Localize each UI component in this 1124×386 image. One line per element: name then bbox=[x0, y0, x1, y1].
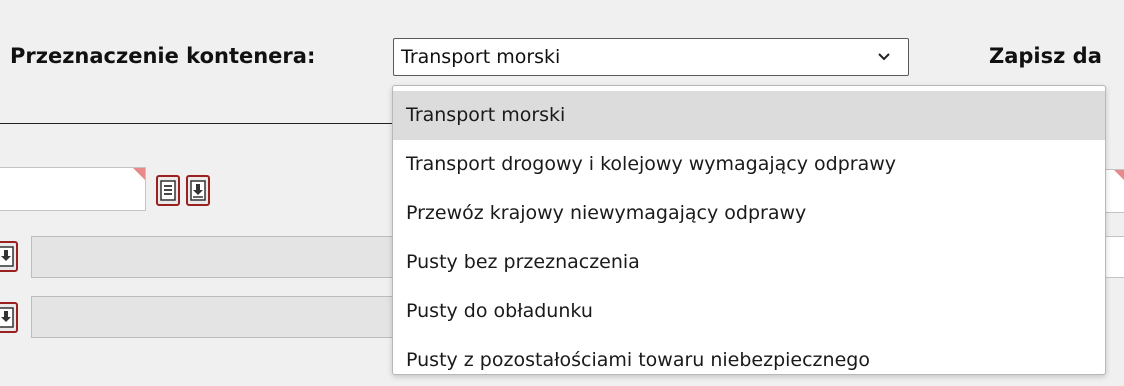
list-icon[interactable] bbox=[156, 175, 180, 206]
required-marker bbox=[1114, 170, 1124, 180]
option-transport-drogowy-kolejowy[interactable]: Transport drogowy i kolejowy wymagający … bbox=[393, 140, 1105, 189]
download-icon[interactable] bbox=[186, 175, 210, 206]
section-divider bbox=[0, 123, 392, 124]
download-icon-glyph bbox=[190, 180, 206, 201]
required-marker bbox=[133, 168, 145, 180]
container-purpose-dropdown: Transport morski Transport drogowy i kol… bbox=[392, 85, 1106, 375]
option-pusty-z-pozostalosciami[interactable]: Pusty z pozostałościami towaru niebezpie… bbox=[393, 336, 1105, 385]
text-input-right[interactable] bbox=[1105, 236, 1124, 278]
readonly-input bbox=[31, 296, 401, 338]
option-pusty-bez-przeznaczenia[interactable]: Pusty bez przeznaczenia bbox=[393, 238, 1105, 287]
download-icon-glyph bbox=[0, 246, 14, 267]
download-icon-glyph bbox=[0, 307, 14, 328]
save-data-label: Zapisz da bbox=[989, 44, 1102, 68]
download-icon[interactable] bbox=[0, 241, 18, 272]
download-icon[interactable] bbox=[0, 302, 18, 333]
chevron-down-icon bbox=[878, 53, 890, 61]
text-input-right[interactable] bbox=[1105, 169, 1124, 213]
container-purpose-label: Przeznaczenie kontenera: bbox=[10, 44, 316, 68]
list-icon-glyph bbox=[160, 180, 176, 201]
container-purpose-selected-value: Transport morski bbox=[401, 46, 561, 68]
option-pusty-do-obladunku[interactable]: Pusty do obładunku bbox=[393, 287, 1105, 336]
readonly-input bbox=[31, 236, 401, 278]
container-purpose-select[interactable]: Transport morski bbox=[393, 38, 909, 76]
option-przewoz-krajowy[interactable]: Przewóz krajowy niewymagający odprawy bbox=[393, 189, 1105, 238]
option-transport-morski[interactable]: Transport morski bbox=[393, 91, 1105, 140]
text-input[interactable] bbox=[0, 167, 146, 211]
